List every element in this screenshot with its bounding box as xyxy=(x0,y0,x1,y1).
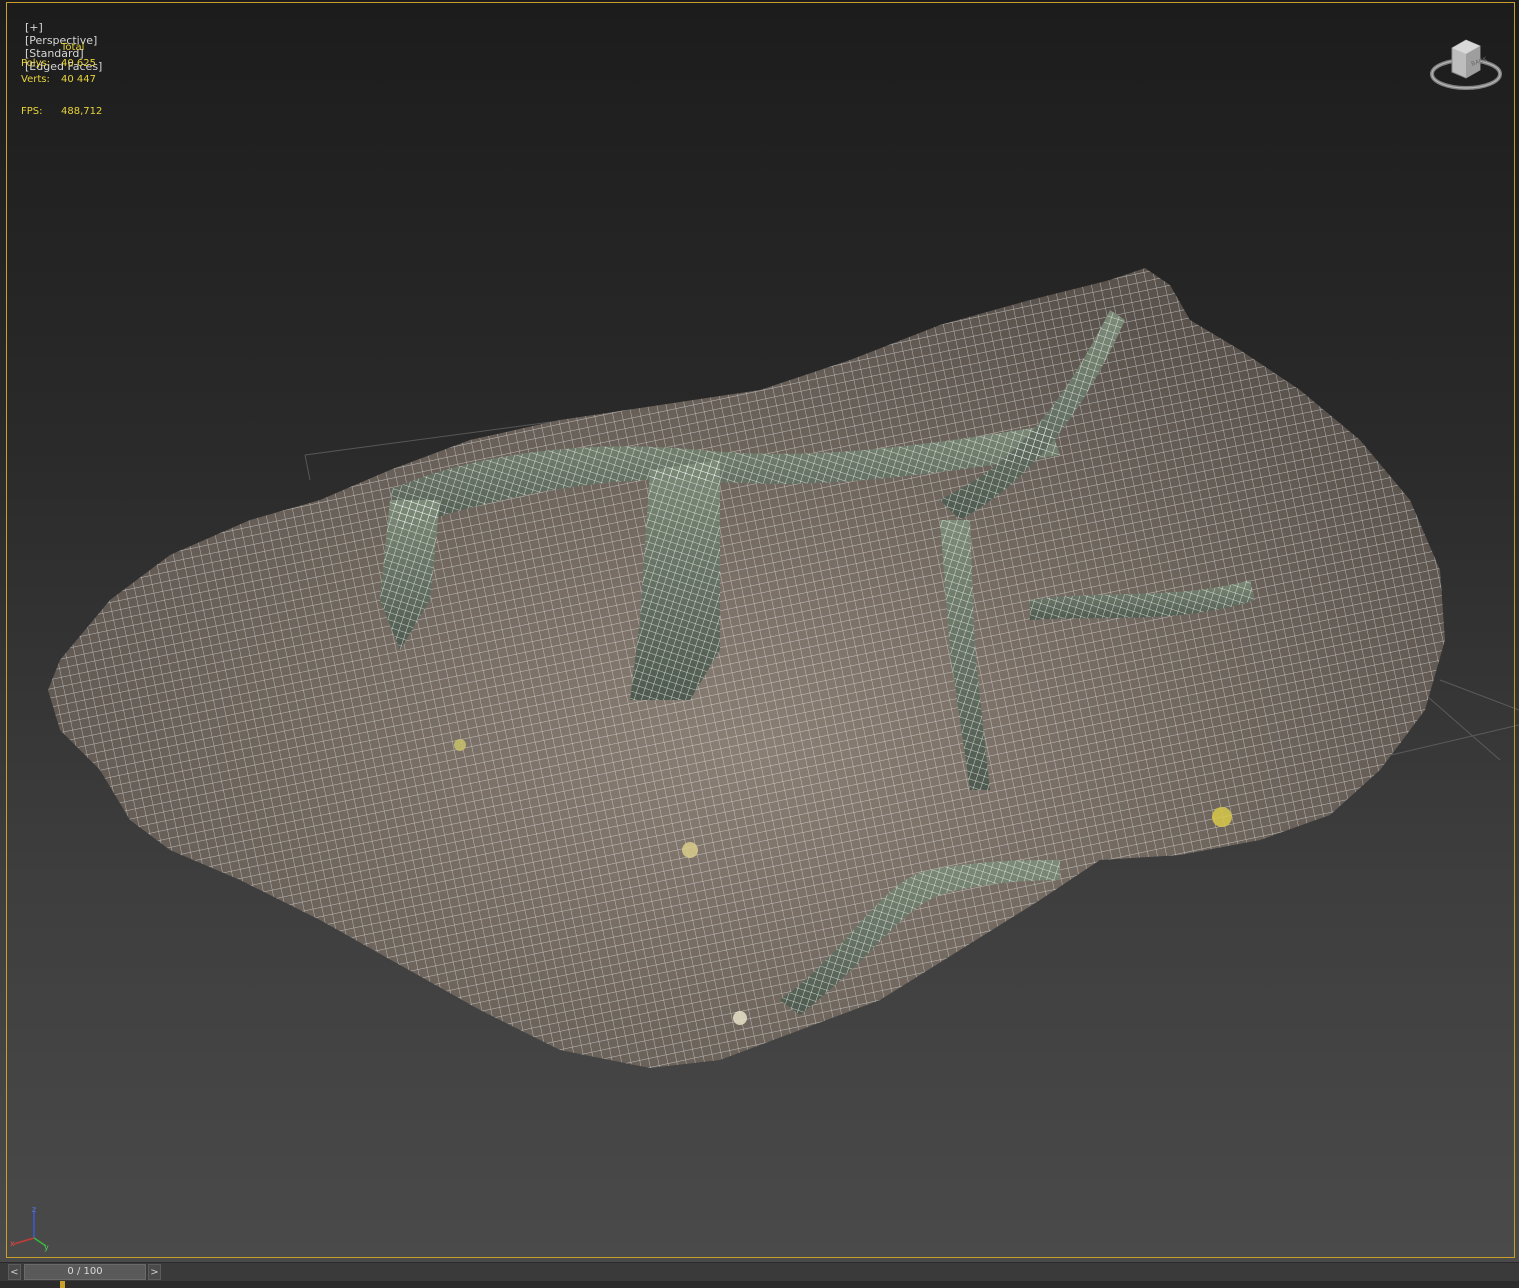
previous-frame-button[interactable]: < xyxy=(8,1264,21,1280)
viewcube[interactable]: BACK xyxy=(1428,36,1504,98)
next-frame-button[interactable]: > xyxy=(148,1264,161,1280)
verts-label: Verts: xyxy=(21,74,50,85)
fps-value: 488,712 xyxy=(61,106,103,117)
viewport-statistics: Total Polys: 40 625 Verts: 40 447 FPS: 488,… xyxy=(21,40,102,120)
axis-tripod-icon: z x y xyxy=(10,1206,49,1252)
verts-value: 40 447 xyxy=(61,74,96,85)
fps-label: FPS: xyxy=(21,106,43,117)
stats-header: Total xyxy=(61,42,85,53)
polys-value: 40 625 xyxy=(61,58,96,69)
time-slider-bar: < 0 / 100 > xyxy=(0,1262,1519,1288)
viewport-menu-plus[interactable]: [+] xyxy=(25,21,43,34)
scene-render[interactable] xyxy=(0,0,1519,1262)
axis-z-label: z xyxy=(32,1206,36,1214)
time-slider[interactable]: 0 / 100 xyxy=(24,1264,146,1280)
axis-y-label: y xyxy=(44,1243,49,1252)
axis-x-label: x xyxy=(10,1239,15,1248)
polys-label: Polys: xyxy=(21,58,51,69)
perspective-viewport[interactable]: [+] [Perspective] [Standard] [Edged Face… xyxy=(0,0,1519,1262)
